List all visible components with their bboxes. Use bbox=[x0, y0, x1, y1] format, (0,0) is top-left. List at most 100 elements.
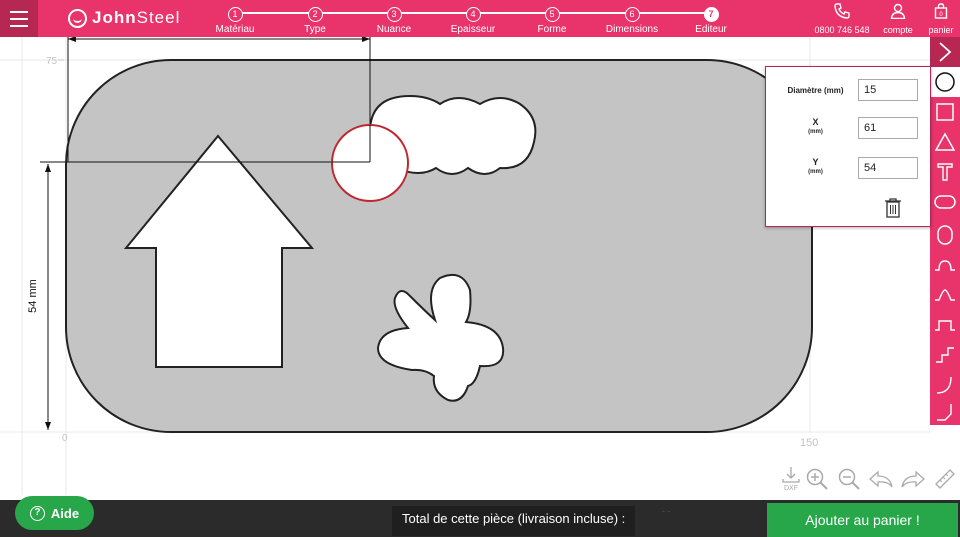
diameter-label: Diamètre (mm) bbox=[787, 86, 844, 95]
view-tools: DXF bbox=[778, 465, 960, 495]
redo-button[interactable] bbox=[900, 465, 926, 493]
tool-curve-corner[interactable] bbox=[930, 370, 960, 400]
cart-button[interactable]: 0 panier bbox=[924, 3, 958, 35]
menu-line bbox=[10, 10, 28, 13]
chevron-right-icon bbox=[939, 42, 952, 62]
oval-icon bbox=[937, 225, 953, 245]
top-navigation-bar: JohnSteel 1 Matériau 2 Type 3 Nuance 4 Epais… bbox=[0, 0, 960, 37]
tool-rounded-rect[interactable] bbox=[930, 187, 960, 217]
trash-icon bbox=[885, 198, 901, 218]
menu-line bbox=[10, 17, 28, 20]
account-button[interactable]: compte bbox=[878, 3, 918, 35]
tool-text[interactable] bbox=[930, 157, 960, 187]
help-label: Aide bbox=[50, 505, 80, 521]
axis-x-end-label: 150 bbox=[800, 437, 818, 449]
svg-text:0: 0 bbox=[939, 12, 943, 18]
diameter-input[interactable] bbox=[858, 79, 918, 101]
zoom-out-button[interactable] bbox=[836, 465, 862, 493]
step-materiau[interactable]: 1 Matériau bbox=[200, 4, 270, 35]
square-icon bbox=[936, 103, 954, 121]
progress-steps: 1 Matériau 2 Type 3 Nuance 4 Epaisseur 5 Form… bbox=[205, 0, 740, 37]
axis-origin-label: 0 bbox=[62, 433, 68, 444]
undo-icon bbox=[869, 470, 893, 488]
step-label: Epaisseur bbox=[450, 24, 496, 35]
step-epaisseur[interactable]: 4 Epaisseur bbox=[438, 4, 508, 35]
zoom-in-icon bbox=[806, 468, 828, 490]
tool-circle[interactable] bbox=[930, 67, 960, 97]
notch-icon bbox=[935, 320, 955, 331]
step-number: 6 bbox=[624, 7, 640, 22]
shape-properties-panel: Diamètre (mm) X (mm) Y (mm) bbox=[765, 66, 931, 227]
x-label: X bbox=[812, 117, 819, 127]
step-number: 7 bbox=[703, 7, 719, 22]
step-editeur[interactable]: 7 Editeur bbox=[676, 4, 746, 35]
undo-button[interactable] bbox=[868, 465, 894, 493]
tool-square[interactable] bbox=[930, 97, 960, 127]
rounded-rect-icon bbox=[934, 195, 956, 209]
total-price-label: Total de cette pièce (livraison incluse)… bbox=[392, 506, 636, 536]
arrowhead bbox=[45, 422, 51, 430]
pointed-bump-icon bbox=[935, 289, 955, 301]
brand-second: Steel bbox=[136, 8, 181, 27]
x-label-block: X (mm) bbox=[778, 117, 853, 135]
zoom-in-button[interactable] bbox=[804, 465, 830, 493]
step-type[interactable]: 2 Type bbox=[280, 4, 350, 35]
y-unit: (mm) bbox=[808, 169, 823, 175]
x-input[interactable] bbox=[858, 117, 918, 139]
phone-icon bbox=[834, 3, 850, 19]
step-label: Type bbox=[304, 24, 326, 35]
phone-number: 0800 746 548 bbox=[814, 25, 870, 35]
tool-pointed-bump[interactable] bbox=[930, 280, 960, 310]
dxf-label: DXF bbox=[784, 485, 798, 492]
user-icon bbox=[890, 3, 906, 20]
step-label: Editeur bbox=[695, 24, 727, 35]
johnsteel-logo[interactable]: JohnSteel bbox=[68, 7, 180, 29]
tool-step[interactable] bbox=[930, 340, 960, 370]
triangle-icon bbox=[934, 132, 956, 151]
zoom-out-icon bbox=[838, 468, 860, 490]
redo-icon bbox=[901, 470, 925, 488]
step-number: 3 bbox=[386, 7, 402, 22]
text-icon bbox=[937, 163, 953, 181]
ruler-top-label: 75 bbox=[46, 56, 58, 67]
add-to-cart-button[interactable]: Ajouter au panier ! bbox=[767, 503, 958, 537]
step-number: 1 bbox=[227, 7, 243, 22]
step-icon bbox=[936, 347, 954, 363]
y-input[interactable] bbox=[858, 157, 918, 179]
hamburger-menu-button[interactable] bbox=[0, 0, 38, 37]
step-nuance[interactable]: 3 Nuance bbox=[359, 4, 429, 35]
tool-angle-corner[interactable] bbox=[930, 397, 960, 427]
circle-icon bbox=[935, 72, 955, 92]
collapse-toolbar-button[interactable] bbox=[930, 37, 960, 67]
brand-first: John bbox=[92, 8, 137, 27]
angle-corner-icon bbox=[937, 404, 952, 421]
ruler-icon bbox=[935, 469, 955, 489]
step-number: 2 bbox=[307, 7, 323, 22]
y-label-block: Y (mm) bbox=[778, 157, 853, 175]
tool-oval[interactable] bbox=[930, 220, 960, 250]
measure-button[interactable] bbox=[932, 465, 958, 493]
cart-bag-icon: 0 bbox=[934, 3, 948, 19]
step-dimensions[interactable]: 6 Dimensions bbox=[597, 4, 667, 35]
dxf-download-icon: DXF bbox=[782, 467, 800, 492]
logo-text: JohnSteel bbox=[92, 8, 180, 28]
help-button[interactable]: ? Aide bbox=[15, 496, 94, 530]
phone-contact[interactable]: 0800 746 548 bbox=[812, 3, 872, 35]
step-label: Dimensions bbox=[605, 24, 659, 35]
tool-notch[interactable] bbox=[930, 310, 960, 340]
delete-shape-button[interactable] bbox=[883, 197, 903, 224]
logo-mustache-icon bbox=[68, 8, 87, 28]
arrowhead bbox=[45, 164, 51, 172]
account-label: compte bbox=[883, 25, 913, 35]
tool-rounded-bump[interactable] bbox=[930, 250, 960, 280]
question-icon: ? bbox=[29, 505, 45, 521]
step-number: 4 bbox=[465, 7, 481, 22]
shape-toolbar bbox=[930, 37, 960, 425]
x-unit: (mm) bbox=[808, 129, 823, 135]
step-label: Matériau bbox=[215, 24, 255, 35]
dxf-download-button[interactable]: DXF bbox=[778, 465, 804, 493]
price-placeholder: - - bbox=[662, 506, 671, 516]
tool-triangle[interactable] bbox=[930, 127, 960, 157]
cart-label: panier bbox=[928, 25, 954, 35]
step-forme[interactable]: 5 Forme bbox=[517, 4, 587, 35]
